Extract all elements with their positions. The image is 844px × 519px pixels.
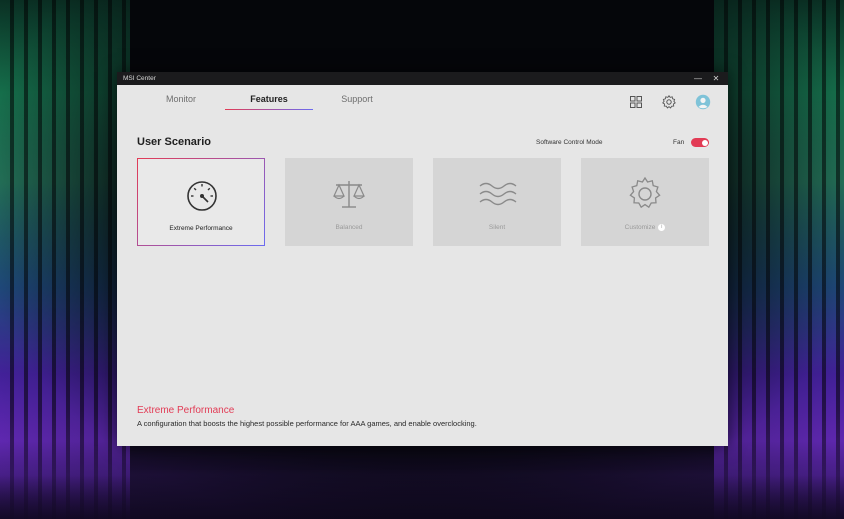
scenario-card-customize[interactable]: Customize i [581, 158, 709, 246]
msi-center-window: MSI Center — ✕ Monitor Features Support … [117, 72, 728, 446]
scenario-label: Silent [488, 224, 506, 231]
apps-grid-icon[interactable] [628, 94, 644, 110]
gear-icon [629, 176, 661, 209]
software-control-mode-label: Software Control Mode [536, 139, 603, 146]
scenario-label: Balanced [335, 224, 363, 231]
scenario-label: Customize [624, 224, 656, 232]
description-title: Extreme Performance [137, 405, 235, 416]
user-avatar-icon[interactable] [695, 94, 711, 110]
scenario-label: Extreme Performance [169, 225, 233, 232]
scenario-card-balanced[interactable]: Balanced [285, 158, 413, 246]
description-text: A configuration that boosts the highest … [137, 419, 477, 428]
fan-toggle[interactable] [691, 138, 709, 147]
scenario-card-silent[interactable]: Silent [433, 158, 561, 246]
top-navigation: Monitor Features Support [117, 85, 728, 115]
close-button[interactable]: ✕ [708, 72, 724, 85]
title-bar: MSI Center — ✕ [117, 72, 728, 85]
gear-icon[interactable] [661, 94, 677, 110]
minimize-button[interactable]: — [690, 72, 706, 85]
scenario-card-extreme-performance[interactable]: Extreme Performance [137, 158, 265, 246]
speedometer-icon [187, 181, 217, 211]
info-icon[interactable]: i [658, 224, 666, 231]
tab-support[interactable]: Support [313, 94, 401, 110]
waves-icon [479, 182, 517, 206]
section-title: User Scenario [137, 136, 211, 148]
fan-label: Fan [673, 139, 685, 146]
tab-monitor[interactable]: Monitor [137, 94, 225, 110]
toggle-knob [701, 139, 708, 146]
window-title: MSI Center [123, 75, 156, 82]
scale-icon [333, 181, 365, 208]
tab-features[interactable]: Features [225, 94, 313, 110]
